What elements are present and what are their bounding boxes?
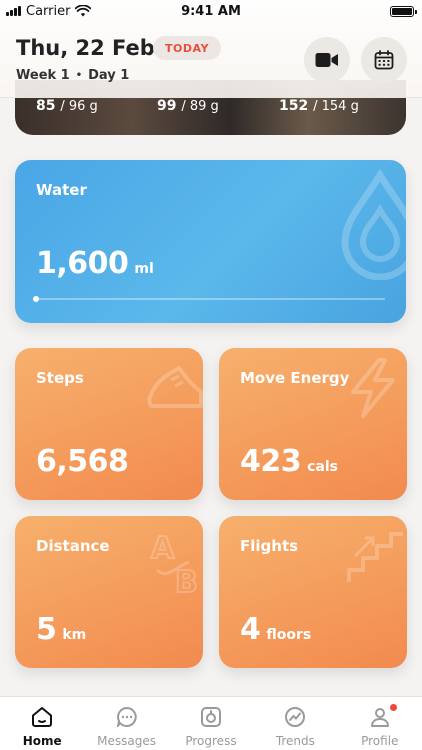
macro-value: 99 (157, 98, 177, 114)
chat-icon (116, 707, 137, 727)
video-camera-icon (315, 53, 338, 67)
scale-icon (200, 707, 221, 727)
battery-icon (390, 5, 417, 17)
today-badge[interactable]: TODAY (153, 36, 221, 60)
flights-label: Flights (240, 537, 299, 555)
water-slider-thumb[interactable] (33, 296, 39, 302)
sneaker-icon (147, 366, 203, 408)
water-value: 1,600 ml (36, 246, 154, 281)
macro-target: / 96 g (60, 99, 98, 114)
macro-target: / 154 g (313, 99, 359, 114)
energy-unit: cals (307, 459, 339, 475)
move-energy-value: 423 cals (240, 444, 338, 479)
move-energy-card[interactable]: Move Energy 423 cals (219, 348, 407, 500)
water-amount: 1,600 (36, 246, 129, 281)
tab-label: Home (22, 734, 62, 748)
tab-home[interactable]: Home (0, 697, 84, 748)
water-progress-slider[interactable] (33, 296, 385, 302)
flights-amount: 4 (240, 612, 261, 647)
flights-unit: floors (266, 627, 312, 643)
signal-icon (6, 6, 21, 16)
water-card[interactable]: Water 1,600 ml (15, 160, 406, 323)
move-energy-label: Move Energy (240, 369, 350, 387)
status-bar-left: Carrier (6, 3, 92, 19)
tab-trends[interactable]: Trends (253, 697, 337, 748)
macro-protein: 85 / 96 g (36, 98, 98, 114)
distance-unit: km (62, 627, 87, 643)
a-to-b-icon: A B (150, 530, 199, 596)
macro-target: / 89 g (181, 99, 219, 114)
water-drop-icon (341, 170, 406, 280)
tab-progress[interactable]: Progress (169, 697, 253, 748)
notification-dot (388, 703, 398, 712)
calendar-icon (374, 50, 394, 70)
trends-icon (285, 707, 306, 727)
water-unit: ml (134, 261, 154, 277)
tab-label: Messages (97, 734, 156, 748)
water-label: Water (36, 181, 87, 199)
distance-label: Distance (36, 537, 110, 555)
date-title: Thu, 22 Feb (16, 36, 155, 60)
week-label: Week 1 (16, 68, 70, 83)
macro-value: 152 (279, 98, 309, 114)
carrier-label: Carrier (26, 3, 71, 19)
distance-card[interactable]: A B Distance 5 km (15, 516, 203, 668)
tab-label: Progress (185, 734, 237, 748)
svg-text:A: A (151, 531, 175, 566)
lightning-icon (351, 358, 395, 418)
svg-text:B: B (175, 565, 198, 596)
week-day-line: Week 1 • Day 1 (16, 68, 129, 83)
distance-value: 5 km (36, 612, 86, 647)
tab-bar: Home Messages Progress Trends Profile (0, 696, 422, 750)
steps-card[interactable]: Steps 6,568 (15, 348, 203, 500)
tab-label: Profile (361, 734, 399, 748)
distance-amount: 5 (36, 612, 57, 647)
macro-fat: 99 / 89 g (157, 98, 219, 114)
calendar-button[interactable] (361, 37, 407, 83)
macro-value: 85 (36, 98, 56, 114)
steps-label: Steps (36, 369, 84, 387)
flights-value: 4 floors (240, 612, 311, 647)
wifi-icon (75, 5, 92, 17)
tab-label: Trends (275, 734, 315, 748)
energy-amount: 423 (240, 444, 302, 479)
stairs-icon (347, 532, 403, 582)
video-button[interactable] (304, 37, 350, 83)
tab-profile[interactable]: Profile (338, 697, 422, 748)
separator: • (75, 70, 83, 81)
status-bar: Carrier 9:41 AM (0, 0, 422, 22)
tab-messages[interactable]: Messages (85, 697, 169, 748)
day-label: Day 1 (88, 68, 130, 83)
home-icon (32, 707, 53, 727)
flights-card[interactable]: Flights 4 floors (219, 516, 407, 668)
steps-value: 6,568 (36, 444, 129, 479)
macro-carbs: 152 / 154 g (279, 98, 359, 114)
